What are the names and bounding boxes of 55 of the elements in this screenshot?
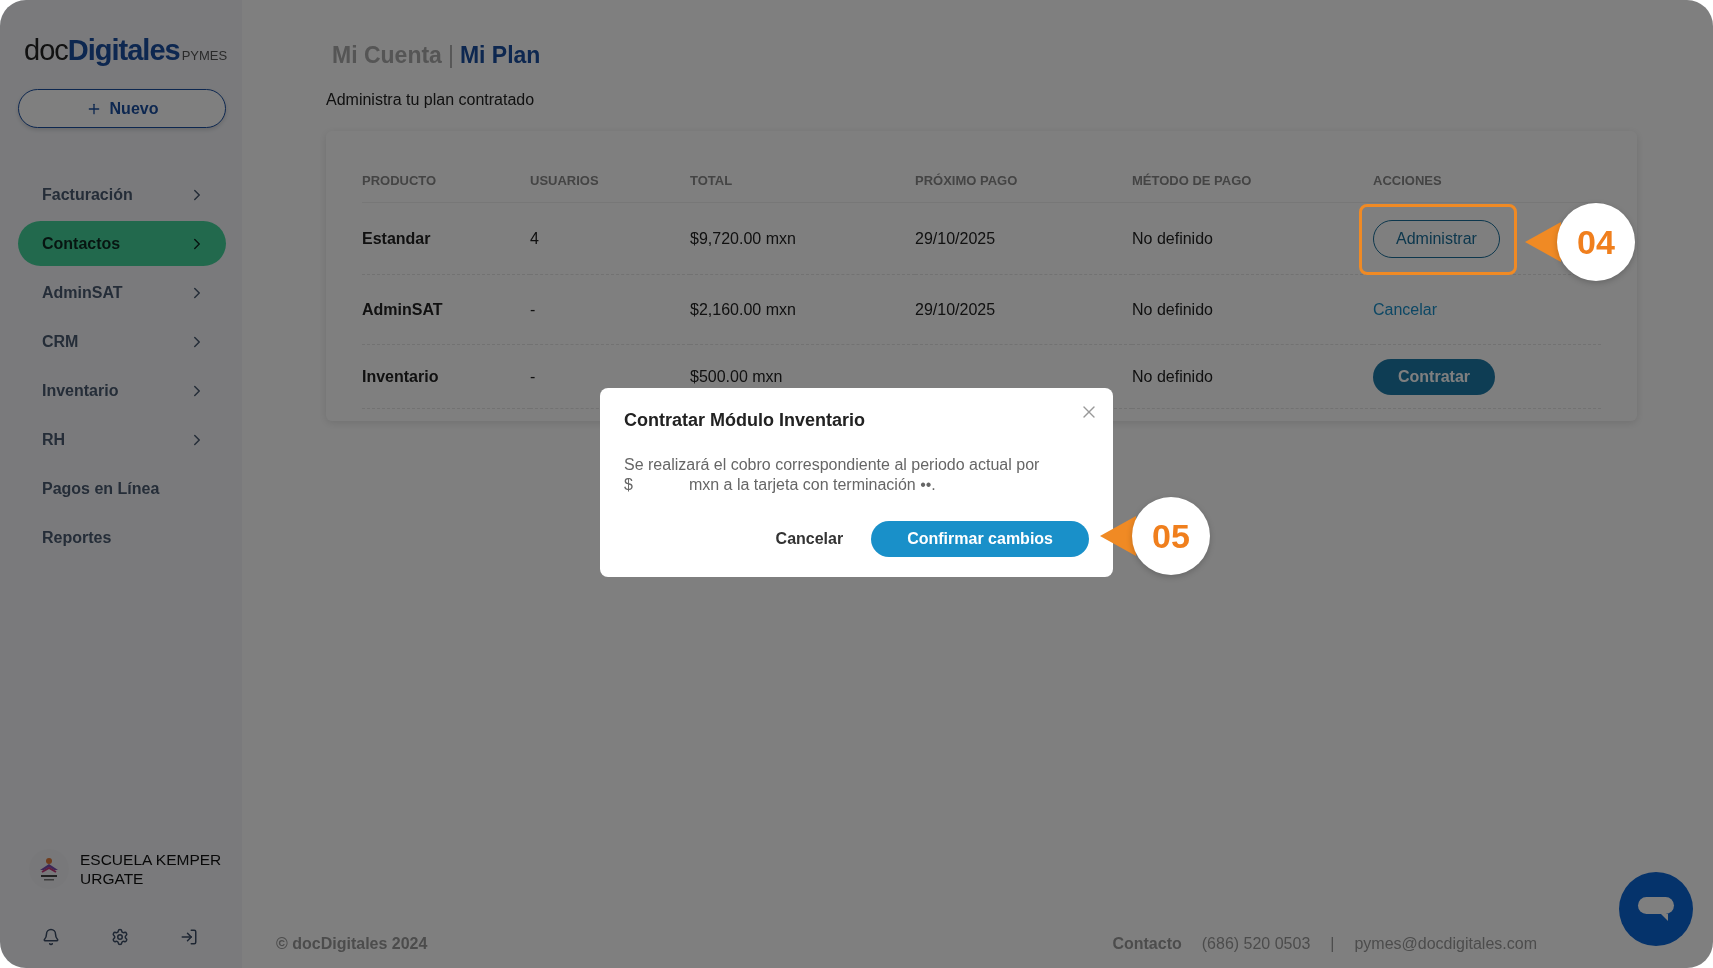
notifications-icon[interactable] [42, 928, 60, 946]
sidebar-item[interactable]: Facturación [18, 172, 226, 217]
table-cell: - [530, 300, 536, 319]
table-cell: - [530, 367, 536, 386]
table-cell: $500.00 mxn [690, 367, 783, 386]
pointer-icon [1525, 222, 1561, 262]
pointer-icon [1100, 516, 1136, 556]
footer-separator: | [1330, 935, 1335, 953]
sidebar-item-label: Facturación [42, 185, 133, 204]
sidebar-item[interactable]: Contactos [18, 221, 226, 266]
table-cell: No definido [1132, 300, 1213, 319]
new-button[interactable]: Nuevo [18, 89, 226, 128]
table-cell: $9,720.00 mxn [690, 229, 796, 248]
settings-icon[interactable] [111, 928, 129, 946]
table-cell: No definido [1132, 229, 1213, 248]
table-cell: No definido [1132, 367, 1213, 386]
sidebar-item[interactable]: AdminSAT [18, 270, 226, 315]
account-name: ESCUELA KEMPER URGATE [80, 850, 223, 888]
column-header: MÉTODO DE PAGO [1132, 159, 1373, 203]
dialog-title: Contratar Módulo Inventario [624, 410, 866, 431]
page-title: Mi Plan [459, 42, 541, 69]
table-cell: 29/10/2025 [915, 229, 996, 248]
logout-icon[interactable] [180, 928, 198, 946]
sidebar-item-label: RH [42, 430, 66, 449]
column-header: USUARIOS [530, 159, 690, 203]
sidebar-item[interactable]: Pagos en Línea [18, 466, 226, 511]
table-cell: AdminSAT [362, 300, 443, 319]
sidebar-item-label: Reportes [42, 528, 112, 547]
dialog-message: Se realizará el cobro correspondiente al periodo actual por $ mxn a la tarjeta con terminación ••. [624, 455, 1041, 495]
app-logo: docDigitalesPYMES [23, 34, 229, 67]
sidebar-item-label: Inventario [42, 381, 119, 400]
sidebar-item[interactable]: RH [18, 417, 226, 462]
sidebar-item[interactable]: CRM [18, 319, 226, 364]
page-subtitle: Administra tu plan contratado [326, 91, 536, 109]
confirm-button[interactable]: Confirmar cambios [871, 521, 1089, 557]
sidebar-item-label: CRM [42, 332, 79, 351]
sidebar-item[interactable]: Reportes [18, 515, 226, 560]
table-cell: 4 [530, 229, 539, 248]
table-cell: 29/10/2025 [915, 300, 996, 319]
cancel-link[interactable]: Cancelar [1373, 300, 1438, 319]
breadcrumb-separator: | [447, 42, 454, 69]
table-cell: Inventario [362, 367, 439, 386]
administer-button[interactable]: Administrar [1373, 219, 1500, 258]
column-header: PRODUCTO [362, 159, 530, 203]
sidebar-item-label: Contactos [42, 234, 121, 253]
sidebar-item-label: AdminSAT [42, 283, 123, 302]
subscribe-button[interactable]: Contratar [1373, 358, 1495, 395]
sidebar-item-label: Pagos en Línea [42, 479, 160, 498]
table-cell: Estandar [362, 229, 431, 248]
table-cell: $2,160.00 mxn [690, 300, 796, 319]
column-header: ACCIONES [1373, 159, 1601, 203]
cancel-button[interactable]: Cancelar [769, 529, 850, 549]
column-header: TOTAL [690, 159, 915, 203]
sidebar-item[interactable]: Inventario [18, 368, 226, 413]
column-header: PRÓXIMO PAGO [915, 159, 1132, 203]
